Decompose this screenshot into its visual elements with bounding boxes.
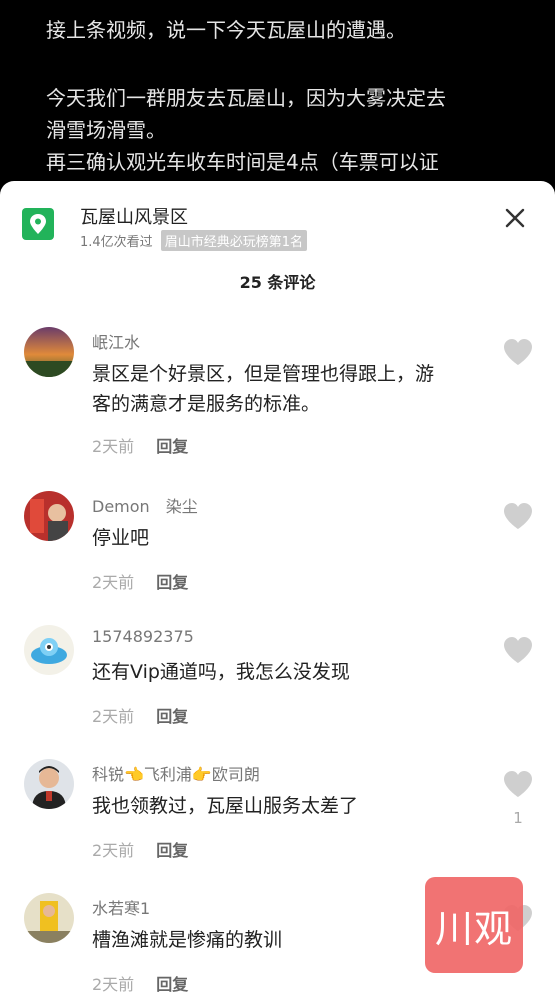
username[interactable]: 水若寒1: [92, 895, 150, 919]
rank-badge[interactable]: 眉山市经典必玩榜第1名: [160, 230, 307, 251]
comment-time: 2天前: [92, 975, 135, 994]
username-extra: 染尘: [165, 497, 198, 516]
avatar[interactable]: [24, 327, 74, 377]
comment-time: 2天前: [92, 707, 135, 726]
avatar[interactable]: [24, 491, 74, 541]
comment-meta: 2天前 回复: [92, 569, 188, 593]
comment-count: 25 条评论: [239, 273, 316, 292]
comment-meta: 2天前 回复: [92, 703, 188, 727]
comment-text: 景区是个好景区，但是管理也得跟上，游客的满意才是服务的标准。: [92, 363, 435, 415]
post-text: 接上条视频，说一下今天瓦屋山的遭遇。 今天我们一群朋友去瓦屋山，因为大雾决定去 …: [46, 14, 536, 178]
avatar[interactable]: [24, 625, 74, 675]
list-item: 岷江水 景区是个好景区，但是管理也得跟上，游客的满意才是服务的标准。 2天前 回复: [0, 327, 555, 467]
heart-icon[interactable]: [502, 635, 534, 665]
comment-text: 停业吧: [92, 527, 150, 549]
username[interactable]: Demon 染尘: [92, 493, 198, 517]
watermark-logo: 川观: [425, 877, 523, 973]
avatar[interactable]: [24, 759, 74, 809]
comment-time: 2天前: [92, 573, 135, 592]
post-line: 接上条视频，说一下今天瓦屋山的遭遇。: [46, 18, 406, 42]
comment-time: 2天前: [92, 437, 135, 456]
post-line: 再三确认观光车收车时间是4点（车票可以证: [46, 150, 439, 174]
comment-time: 2天前: [92, 841, 135, 860]
comment-meta: 2天前 回复: [92, 971, 188, 995]
username[interactable]: 科锐👈飞利浦👉欧司朗: [92, 761, 260, 785]
place-meta: 1.4亿次看过 眉山市经典必玩榜第1名: [80, 230, 307, 251]
comment-meta: 2天前 回复: [92, 837, 188, 861]
reply-button[interactable]: 回复: [156, 707, 188, 726]
avatar[interactable]: [24, 893, 74, 943]
post-line: 滑雪场滑雪。: [46, 118, 166, 142]
place-name[interactable]: 瓦屋山风景区: [80, 203, 188, 229]
list-item: Demon 染尘 停业吧 2天前 回复: [0, 491, 555, 601]
view-count: 1.4亿次看过: [80, 235, 153, 250]
reply-button[interactable]: 回复: [156, 975, 188, 994]
like-count: 1: [513, 809, 523, 827]
reply-button[interactable]: 回复: [156, 841, 188, 860]
list-item: 科锐👈飞利浦👉欧司朗 我也领教过，瓦屋山服务太差了 2天前 回复 1: [0, 759, 555, 869]
comment-text: 我也领教过，瓦屋山服务太差了: [92, 795, 359, 817]
username[interactable]: 1574892375: [92, 627, 194, 646]
list-item: 1574892375 还有Vip通道吗，我怎么没发现 2天前 回复: [0, 625, 555, 735]
comment-text: 槽渔滩就是惨痛的教训: [92, 929, 283, 951]
username-main: Demon: [92, 497, 150, 516]
heart-icon[interactable]: [502, 501, 534, 531]
comment-meta: 2天前 回复: [92, 433, 188, 457]
heart-icon[interactable]: [502, 769, 534, 799]
comment-text: 还有Vip通道吗，我怎么没发现: [92, 661, 350, 683]
reply-button[interactable]: 回复: [156, 437, 188, 456]
reply-button[interactable]: 回复: [156, 573, 188, 592]
post-line: 今天我们一群朋友去瓦屋山，因为大雾决定去: [46, 86, 446, 110]
username[interactable]: 岷江水: [92, 329, 140, 353]
heart-icon[interactable]: [502, 337, 534, 367]
close-icon[interactable]: [503, 206, 527, 230]
location-pin-icon[interactable]: [22, 208, 54, 240]
